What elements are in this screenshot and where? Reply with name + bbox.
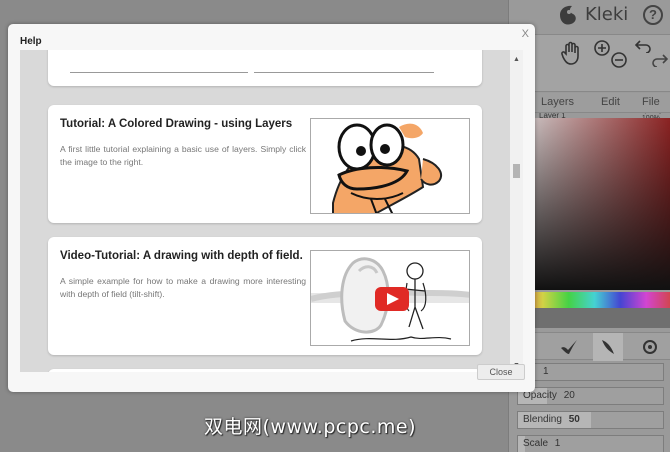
blend-brush-tab[interactable] [593,333,623,361]
duck-drawing [332,123,442,213]
card-title: Video-Tutorial: A drawing with depth of … [60,250,303,262]
card-description: A first little tutorial explaining a bas… [60,144,306,167]
close-x-icon[interactable]: X [522,28,529,40]
blend-brush-icon [602,340,614,354]
hue-slider[interactable] [517,292,670,308]
redo-icon[interactable] [652,53,668,67]
logo-text: Kleki [585,4,629,25]
tutorial-thumbnail[interactable] [310,118,470,214]
opacity-slider[interactable]: Opacity 20 [517,387,664,405]
kleki-logo-icon [560,5,576,25]
hand-icon[interactable] [561,41,583,65]
tab-layers[interactable]: Layers [541,96,574,108]
sketchy-brush-icon[interactable] [640,338,660,356]
dialog-scroll-area[interactable]: Tutorial: A Colored Drawing - using Laye… [20,50,523,372]
tab-edit[interactable]: Edit [601,96,620,108]
tutorial-card-partial [48,50,482,86]
dialog-title: Help [20,36,42,47]
color-preview [517,308,670,328]
help-icon[interactable]: ? [643,5,663,25]
pen-brush-icon[interactable] [559,338,579,356]
close-button[interactable]: Close [477,364,525,380]
tab-file[interactable]: File [642,96,660,108]
card-title: Tutorial: A Colored Drawing - using Laye… [60,118,293,130]
video-thumbnail[interactable] [310,250,470,346]
video-tutorial-card: Video-Tutorial: A drawing with depth of … [48,237,482,355]
scroll-thumb[interactable] [513,164,520,178]
help-dialog: Help X Tutorial: A Colored Drawing - usi… [8,24,535,392]
size-slider-value: 1 [543,366,549,377]
tutorial-card: Tutorial: A Colored Drawing - using Laye… [48,105,482,223]
undo-icon[interactable] [635,39,651,53]
vertical-scrollbar[interactable]: ▲ ▼ [510,50,523,372]
card-description: A simple example for how to make a drawi… [60,276,306,299]
size-slider[interactable]: 1 [517,363,664,381]
partial-divider [254,72,434,73]
zoom-out-icon[interactable] [610,51,628,69]
partial-divider [70,72,248,73]
scale-slider-label: Scale [523,438,549,449]
watermark-text: 双电网(www.pcpc.me) [204,416,416,438]
color-picker-field[interactable] [517,118,670,290]
scale-slider-value: 1 [554,438,561,449]
zoom-in-icon[interactable] [593,39,611,57]
opacity-slider-value: 20 [563,390,575,401]
next-card-partial [48,369,482,372]
depth-of-field-drawing [311,257,469,342]
scroll-up-arrow-icon[interactable]: ▲ [513,56,520,63]
